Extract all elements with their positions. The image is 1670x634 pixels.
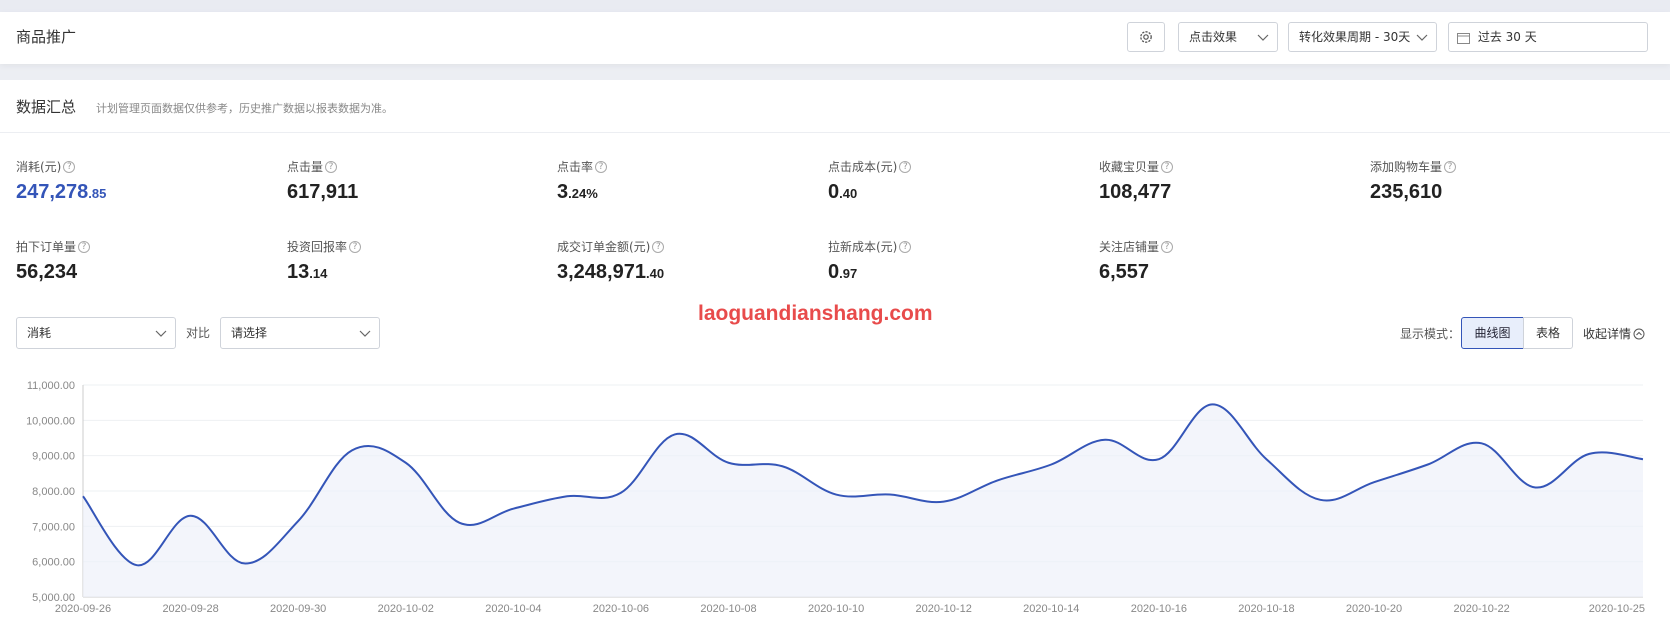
help-icon[interactable]: ? (63, 160, 76, 173)
x-tick-label: 2020-10-16 (1131, 603, 1187, 615)
y-tick-label: 9,000.00 (32, 451, 75, 463)
conversion-period-value: 转化效果周期 - 30天 (1299, 30, 1411, 44)
chevron-down-icon (1416, 34, 1428, 41)
metric-value: 617,911 (287, 181, 359, 203)
metric-label: 拍下订单量 (16, 240, 77, 254)
x-tick-label: 2020-09-28 (162, 603, 218, 615)
help-icon[interactable]: ? (652, 240, 665, 253)
compare-placeholder: 请选择 (231, 326, 268, 340)
metric-value: 247,278.85 (16, 181, 107, 203)
click-effect-select[interactable]: 点击效果 (1178, 22, 1278, 52)
metric-favorites[interactable]: 收藏宝贝量? 108,477 (1099, 158, 1339, 204)
metric-label: 拉新成本(元) (828, 240, 898, 254)
y-tick-label: 10,000.00 (26, 415, 75, 427)
metric-orders[interactable]: 拍下订单量? 56,234 (16, 238, 256, 284)
settings-button[interactable] (1127, 22, 1165, 52)
metric-new-customer-cost[interactable]: 拉新成本(元)? 0.97 (828, 238, 1068, 284)
chevron-down-icon (155, 330, 167, 337)
metric-shop-follows[interactable]: 关注店铺量? 6,557 (1099, 238, 1339, 284)
collapse-label: 收起详情 (1583, 327, 1632, 341)
spend-line-chart: 11,000.00 10,000.00 9,000.00 8,000.00 7,000.… (26, 380, 1645, 615)
metric-label: 成交订单金额(元) (557, 240, 651, 254)
compare-label: 对比 (186, 326, 211, 340)
metric-clicks[interactable]: 点击量? 617,911 (287, 158, 527, 204)
metric-value: 108,477 (1099, 181, 1172, 203)
metric-value: 0.97 (828, 261, 858, 283)
x-tick-label: 2020-10-02 (378, 603, 434, 615)
summary-title: 数据汇总 (16, 98, 77, 116)
help-icon[interactable]: ? (899, 160, 912, 173)
metric-gmv[interactable]: 成交订单金额(元)? 3,248,971.40 (557, 238, 797, 284)
y-tick-label: 6,000.00 (32, 557, 75, 569)
x-tick-label: 2020-10-04 (485, 603, 541, 615)
metric-add-to-cart[interactable]: 添加购物车量? 235,610 (1370, 158, 1610, 204)
metric-roi[interactable]: 投资回报率? 13.14 (287, 238, 527, 284)
metric-label: 消耗(元) (16, 160, 62, 174)
x-tick-label: 2020-10-25 (1589, 603, 1645, 615)
y-tick-label: 7,000.00 (32, 521, 75, 533)
x-tick-label: 2020-10-06 (593, 603, 649, 615)
x-tick-label: 2020-10-08 (700, 603, 756, 615)
metric-value: 6,557 (1099, 261, 1150, 283)
x-tick-label: 2020-10-12 (916, 603, 972, 615)
x-tick-label: 2020-10-22 (1453, 603, 1509, 615)
help-icon[interactable]: ? (349, 240, 362, 253)
collapse-details-button[interactable]: 收起详情 (1583, 325, 1645, 342)
watermark-url: laoguandianshang.com (698, 302, 933, 325)
help-icon[interactable]: ? (1161, 160, 1174, 173)
chart-metric-select[interactable]: 消耗 (16, 317, 176, 349)
y-tick-label: 11,000.00 (27, 380, 75, 392)
x-tick-label: 2020-10-20 (1346, 603, 1402, 615)
area-fill (83, 404, 1643, 597)
help-icon[interactable]: ? (899, 240, 912, 253)
metric-value: 13.14 (287, 261, 328, 283)
date-range-value: 过去 30 天 (1477, 30, 1537, 44)
help-icon[interactable]: ? (325, 160, 338, 173)
help-icon[interactable]: ? (78, 240, 91, 253)
help-icon[interactable]: ? (1161, 240, 1174, 253)
help-icon[interactable]: ? (595, 160, 608, 173)
x-tick-label: 2020-10-14 (1023, 603, 1079, 615)
metric-value: 56,234 (16, 261, 78, 283)
mode-table-button[interactable]: 表格 (1523, 317, 1573, 349)
help-icon[interactable]: ? (1444, 160, 1457, 173)
click-effect-value: 点击效果 (1189, 30, 1238, 44)
metric-ctr[interactable]: 点击率? 3.24% (557, 158, 797, 204)
calendar-icon (1457, 32, 1470, 44)
x-tick-label: 2020-10-18 (1238, 603, 1294, 615)
chevron-down-icon (359, 330, 371, 337)
metric-label: 投资回报率 (287, 240, 348, 254)
chevron-up-circle-icon (1633, 328, 1645, 339)
metric-spend[interactable]: 消耗(元)? 247,278.85 (16, 158, 256, 204)
metric-label: 点击率 (557, 160, 594, 174)
conversion-period-select[interactable]: 转化效果周期 - 30天 (1288, 22, 1437, 52)
x-tick-label: 2020-09-30 (270, 603, 326, 615)
date-range-picker[interactable]: 过去 30 天 (1448, 22, 1648, 52)
metric-value: 0.40 (828, 181, 858, 203)
summary-note: 计划管理页面数据仅供参考，历史推广数据以报表数据为准。 (96, 102, 393, 115)
compare-select[interactable]: 请选择 (220, 317, 380, 349)
summary-header: 数据汇总 计划管理页面数据仅供参考，历史推广数据以报表数据为准。 (0, 80, 1670, 133)
metric-cpc[interactable]: 点击成本(元)? 0.40 (828, 158, 1068, 204)
metric-label: 点击成本(元) (828, 160, 898, 174)
metric-label: 点击量 (287, 160, 324, 174)
chevron-down-icon (1257, 34, 1269, 41)
mode-curve-button[interactable]: 曲线图 (1461, 317, 1524, 349)
x-tick-label: 2020-09-26 (55, 603, 111, 615)
metric-value: 235,610 (1370, 181, 1443, 203)
metric-label: 收藏宝贝量 (1099, 160, 1160, 174)
metric-label: 关注店铺量 (1099, 240, 1160, 254)
page-header: 商品推广 点击效果 转化效果周期 - 30天 过去 30 天 (0, 12, 1670, 64)
y-tick-label: 8,000.00 (32, 486, 75, 498)
display-mode-label: 显示模式： (1400, 327, 1461, 341)
gear-icon (1140, 31, 1152, 43)
metric-value: 3.24% (557, 181, 598, 203)
metric-label: 添加购物车量 (1370, 160, 1443, 174)
top-strip (0, 0, 1670, 12)
metric-value: 3,248,971.40 (557, 261, 665, 283)
x-tick-label: 2020-10-10 (808, 603, 864, 615)
page-title: 商品推广 (16, 28, 77, 46)
data-summary-panel: 数据汇总 计划管理页面数据仅供参考，历史推广数据以报表数据为准。 消耗(元)? … (0, 80, 1670, 634)
chart-metric-value: 消耗 (27, 326, 52, 340)
